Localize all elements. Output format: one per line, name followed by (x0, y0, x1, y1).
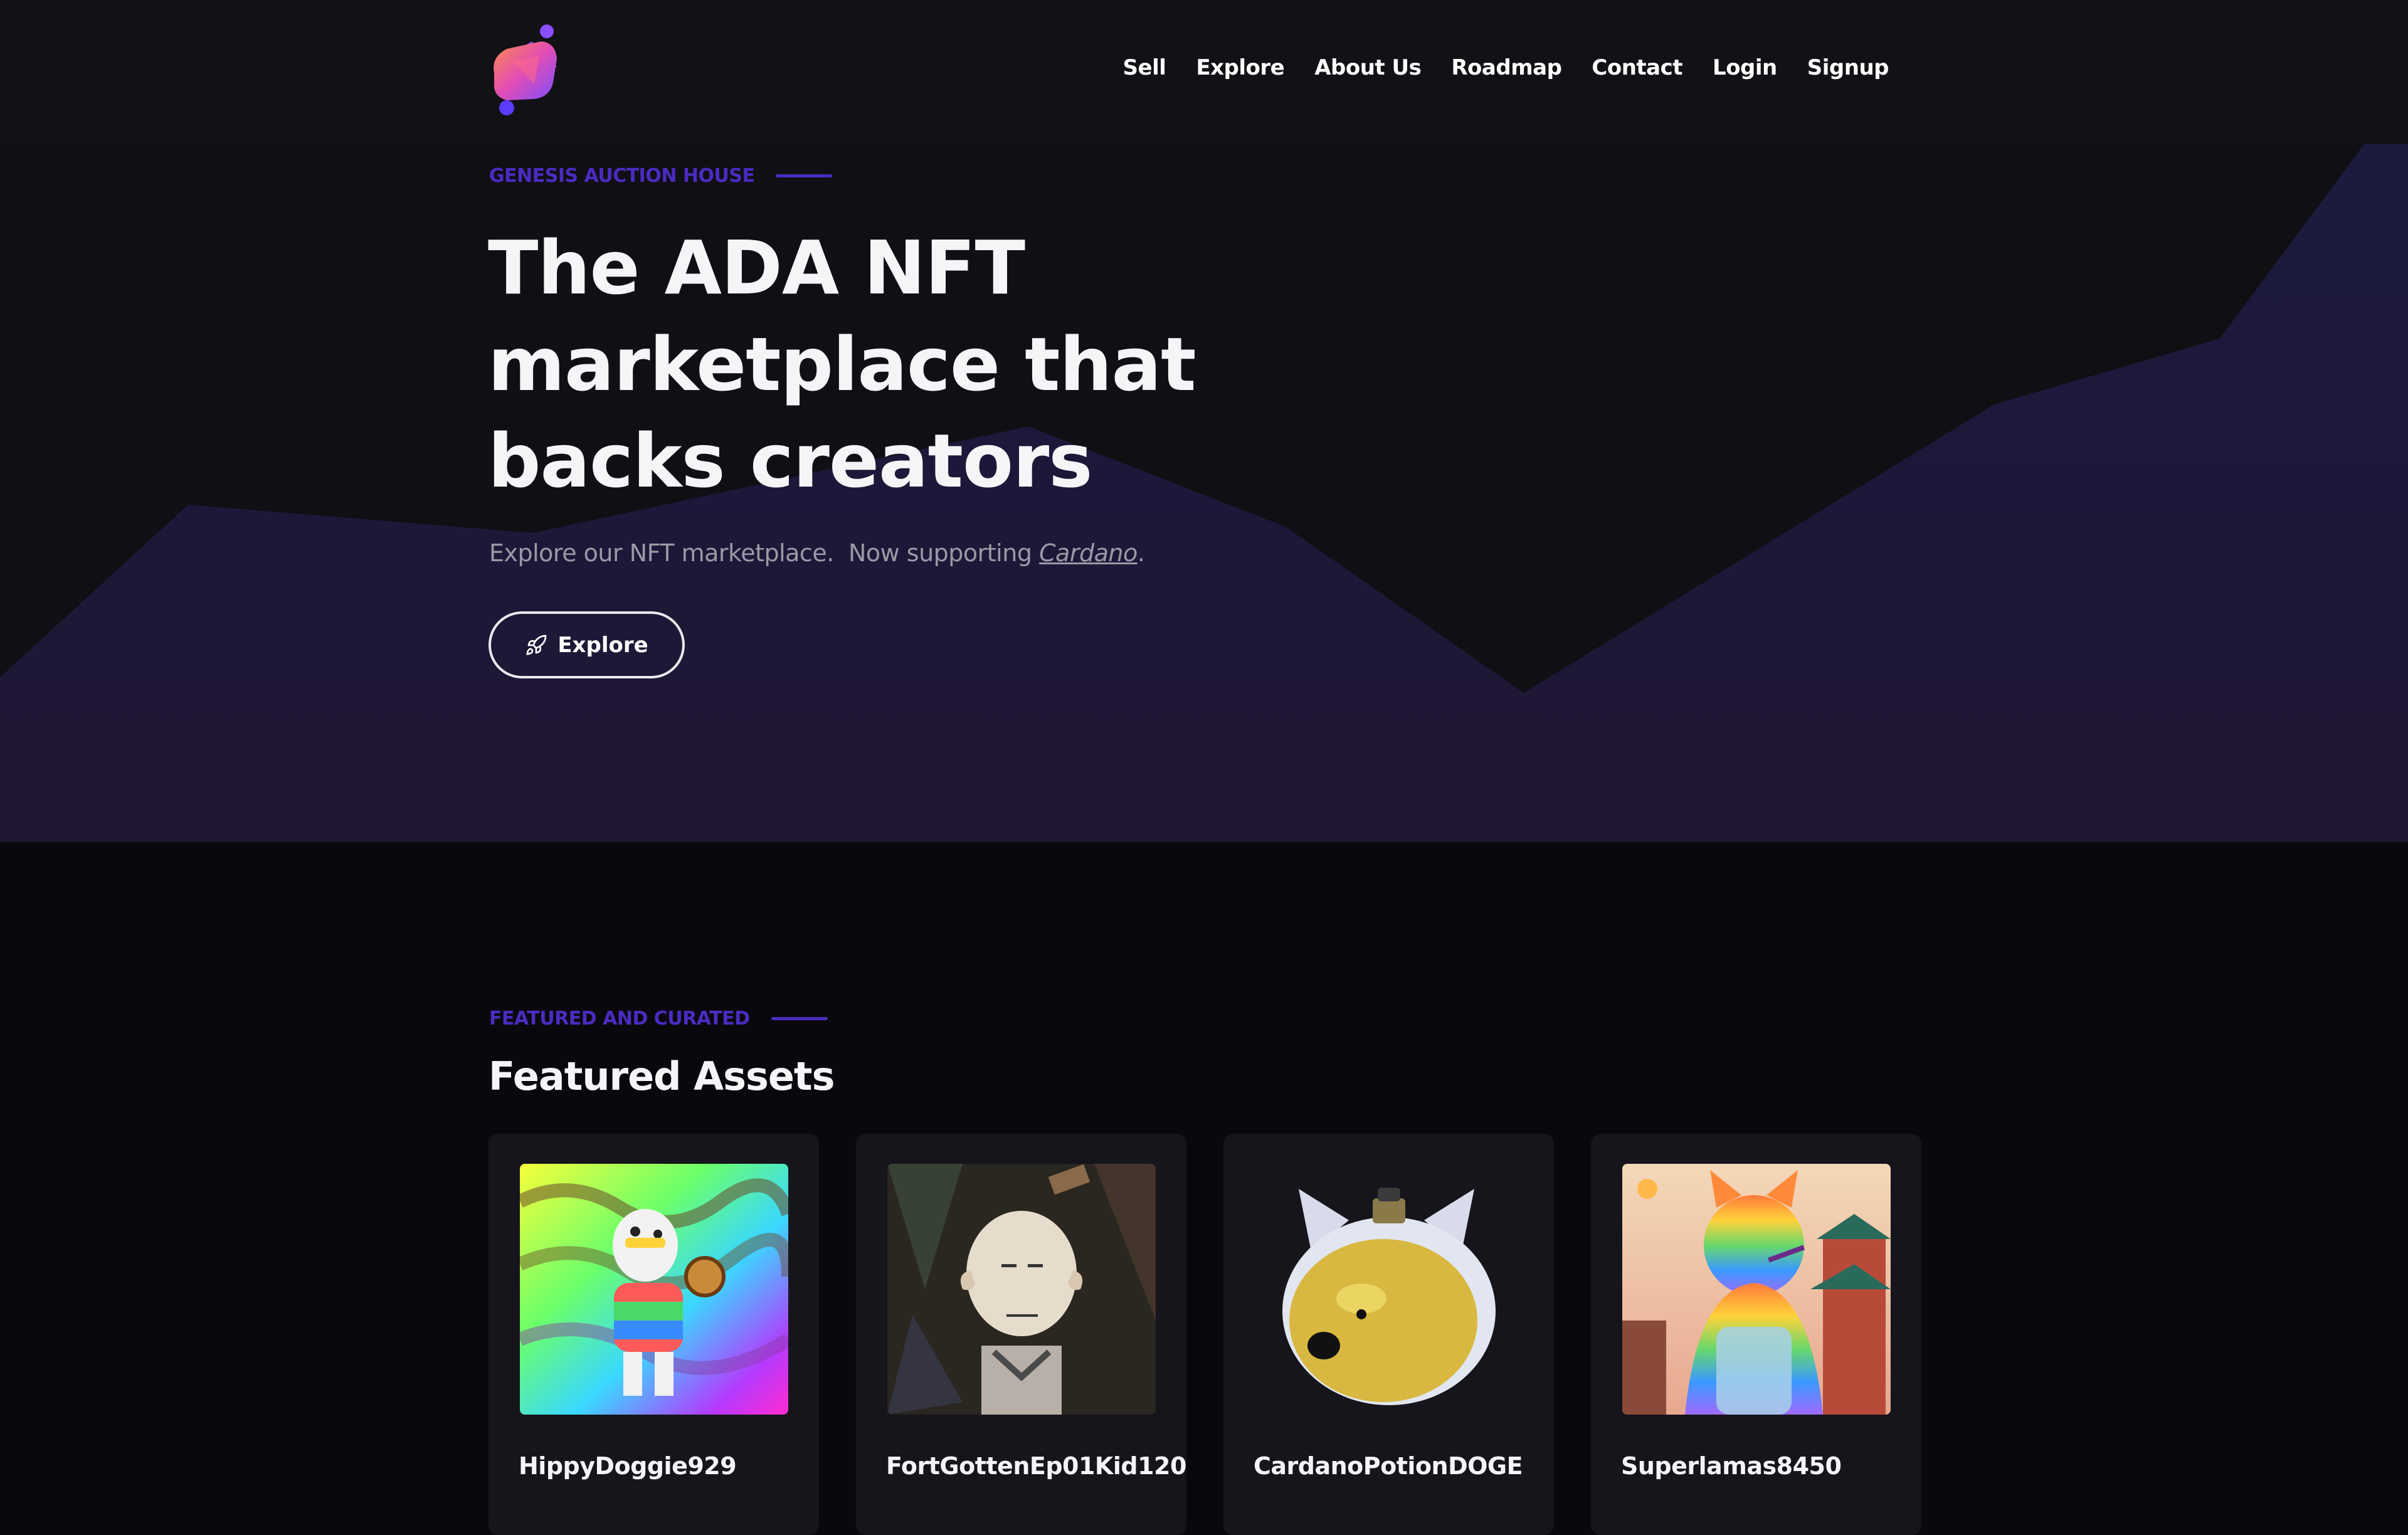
asset-card[interactable]: FortGottenEp01Kid1207 (856, 1134, 1186, 1535)
asset-card[interactable]: HippyDoggie929 (488, 1134, 819, 1535)
asset-name: FortGottenEp01Kid1207 (886, 1452, 1186, 1480)
eyebrow-accent-line (771, 1017, 828, 1020)
hero-section: Sell Explore About Us Roadmap Contact Lo… (0, 0, 2408, 842)
asset-name: Superlamas8450 (1621, 1452, 1842, 1480)
hero-title-line: The ADA NFT (488, 224, 1025, 311)
hero-subtitle-end: . (1137, 539, 1145, 567)
nav-about-us-link[interactable]: About Us (1314, 55, 1422, 80)
hero-title: The ADA NFT marketplace that backs creat… (488, 219, 1240, 509)
asset-card[interactable]: CardanoPotionDOGE (1223, 1134, 1554, 1535)
nav-signup-link[interactable]: Signup (1807, 55, 1889, 80)
nav-explore-link[interactable]: Explore (1196, 55, 1284, 80)
nav-login-link[interactable]: Login (1713, 55, 1777, 80)
nav-sell-link[interactable]: Sell (1123, 55, 1166, 80)
hero-eyebrow-label: GENESIS AUCTION HOUSE (489, 165, 755, 187)
explore-button-label: Explore (557, 632, 648, 658)
asset-image (520, 1164, 788, 1415)
main-nav: Sell Explore About Us Roadmap Contact Lo… (1123, 55, 1889, 80)
asset-card[interactable]: Superlamas8450 (1591, 1134, 1921, 1535)
featured-assets-title: Featured Assets (488, 1053, 835, 1099)
featured-eyebrow-label: FEATURED AND CURATED (489, 1008, 750, 1030)
hero-title-line: marketplace that (488, 321, 1196, 408)
cardano-link[interactable]: Cardano (1039, 539, 1138, 567)
hero-eyebrow: GENESIS AUCTION HOUSE (489, 165, 833, 187)
eyebrow-accent-line (776, 174, 833, 177)
hero-subtitle: Explore our NFT marketplace. Now support… (489, 539, 1145, 567)
rocket-icon (526, 635, 547, 655)
brand-logo[interactable] (488, 23, 567, 120)
asset-image (887, 1164, 1156, 1415)
explore-button[interactable]: Explore (488, 611, 685, 678)
hero-title-line: backs creators (488, 418, 1093, 504)
nav-contact-link[interactable]: Contact (1592, 55, 1682, 80)
top-navbar: Sell Explore About Us Roadmap Contact Lo… (0, 0, 2408, 144)
asset-image (1622, 1164, 1891, 1415)
asset-image (1255, 1164, 1523, 1415)
nav-roadmap-link[interactable]: Roadmap (1451, 55, 1562, 80)
asset-name: CardanoPotionDOGE (1254, 1452, 1523, 1480)
hero-subtitle-text: Explore our NFT marketplace. Now support… (489, 539, 1040, 567)
featured-eyebrow: FEATURED AND CURATED (489, 1008, 828, 1030)
asset-name: HippyDoggie929 (519, 1452, 737, 1480)
